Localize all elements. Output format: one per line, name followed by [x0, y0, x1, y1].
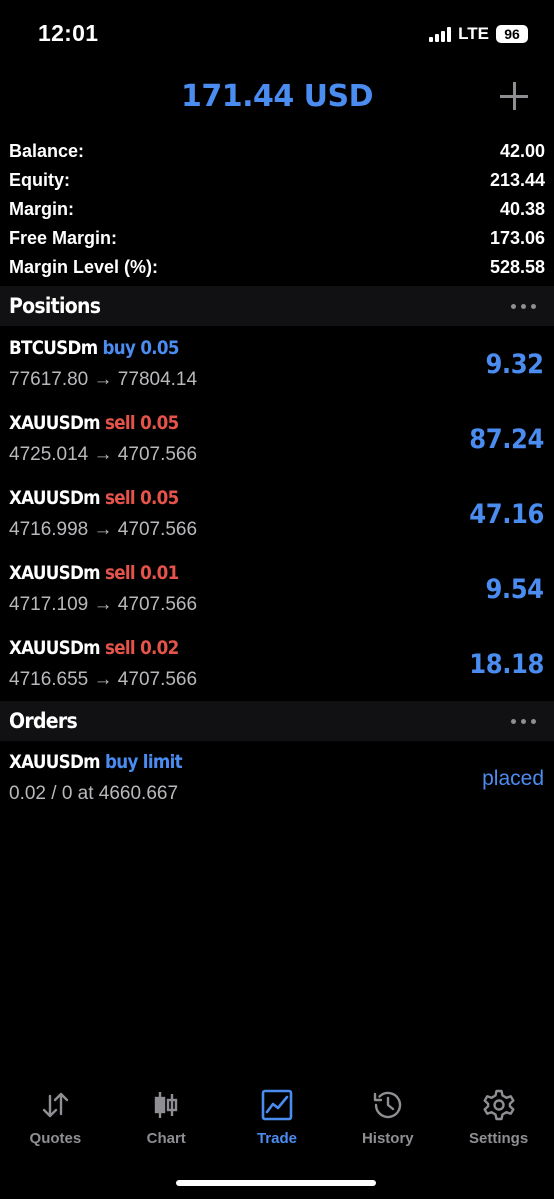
- summary-value: 40.38: [499, 199, 545, 219]
- header: 171.44 USD: [0, 74, 554, 122]
- tab-label: Quotes: [29, 1130, 82, 1147]
- summary-row-margin-level: Margin Level (%): 528.58: [0, 253, 554, 282]
- position-profit: 87.24: [469, 424, 544, 455]
- tab-settings[interactable]: Settings: [443, 1082, 554, 1199]
- orders-title: Orders: [9, 709, 78, 733]
- position-prices: 4725.014 → 4707.566: [9, 444, 198, 465]
- position-item[interactable]: XAUUSDm sell 0.02 4716.655 → 4707.566 18…: [0, 627, 554, 702]
- account-summary: Balance: 42.00 Equity: 213.44 Margin: 40…: [0, 137, 554, 282]
- positions-more-icon[interactable]: [511, 303, 536, 309]
- position-side: sell 0.05: [105, 412, 179, 434]
- summary-row-free-margin: Free Margin: 173.06: [0, 224, 554, 253]
- add-order-button[interactable]: [500, 82, 528, 110]
- summary-label: Margin Level (%):: [9, 257, 159, 277]
- position-title: XAUUSDm sell 0.05: [9, 487, 179, 509]
- summary-label: Free Margin:: [9, 228, 118, 248]
- candlestick-chart-icon: [154, 1092, 178, 1118]
- quotes-arrows-icon: [43, 1092, 69, 1118]
- position-side: sell 0.05: [105, 487, 179, 509]
- position-profit: 47.16: [469, 499, 544, 530]
- tab-label: History: [361, 1130, 414, 1147]
- summary-row-balance: Balance: 42.00: [0, 137, 554, 166]
- position-profit: 9.54: [485, 574, 545, 605]
- position-title: BTCUSDm buy 0.05: [9, 337, 179, 359]
- position-prices: 4716.998 → 4707.566: [9, 519, 198, 540]
- position-title: XAUUSDm sell 0.02: [9, 637, 179, 659]
- position-item[interactable]: XAUUSDm sell 0.05 4716.998 → 4707.566 47…: [0, 477, 554, 552]
- position-title: XAUUSDm sell 0.05: [9, 412, 179, 434]
- orders-section-header: Orders: [0, 701, 554, 741]
- summary-row-margin: Margin: 40.38: [0, 195, 554, 224]
- summary-value: 213.44: [489, 170, 545, 190]
- position-item[interactable]: BTCUSDm buy 0.05 77617.80 → 77804.14 9.3…: [0, 327, 554, 402]
- order-side: buy limit: [105, 751, 183, 773]
- position-side: sell 0.01: [105, 562, 179, 584]
- position-symbol: XAUUSDm: [9, 637, 101, 659]
- signal-strength-icon: [429, 26, 452, 42]
- position-side: sell 0.02: [105, 637, 179, 659]
- position-profit: 18.18: [469, 649, 544, 680]
- position-item[interactable]: XAUUSDm sell 0.01 4717.109 → 4707.566 9.…: [0, 552, 554, 627]
- history-clock-icon: [373, 1091, 401, 1119]
- order-title: XAUUSDm buy limit: [9, 751, 183, 773]
- order-item[interactable]: XAUUSDm buy limit 0.02 / 0 at 4660.667 p…: [0, 741, 554, 816]
- tab-label: Chart: [146, 1130, 186, 1147]
- tab-quotes[interactable]: Quotes: [0, 1082, 111, 1199]
- order-status: placed: [482, 767, 544, 790]
- position-prices: 4717.109 → 4707.566: [9, 594, 198, 615]
- summary-value: 173.06: [489, 228, 545, 248]
- network-label: LTE: [458, 24, 489, 43]
- position-title: XAUUSDm sell 0.01: [9, 562, 179, 584]
- trade-line-chart-icon: [261, 1089, 293, 1121]
- position-symbol: XAUUSDm: [9, 562, 101, 584]
- positions-title: Positions: [9, 294, 101, 318]
- battery-icon: 96: [496, 25, 528, 43]
- status-bar: 12:01 LTE 96: [0, 0, 554, 70]
- position-side: buy 0.05: [102, 337, 180, 359]
- summary-label: Equity:: [9, 170, 70, 190]
- positions-section-header: Positions: [0, 286, 554, 326]
- position-prices: 4716.655 → 4707.566: [9, 669, 198, 690]
- tab-label: Trade: [256, 1130, 297, 1147]
- position-profit: 9.32: [485, 349, 545, 380]
- summary-value: 42.00: [499, 141, 545, 161]
- tab-label: Settings: [468, 1130, 529, 1147]
- summary-row-equity: Equity: 213.44: [0, 166, 554, 195]
- position-symbol: XAUUSDm: [9, 412, 101, 434]
- position-item[interactable]: XAUUSDm sell 0.05 4725.014 → 4707.566 87…: [0, 402, 554, 477]
- summary-label: Balance:: [9, 141, 85, 161]
- home-indicator[interactable]: [176, 1180, 376, 1186]
- summary-value: 528.58: [489, 257, 545, 277]
- position-symbol: XAUUSDm: [9, 487, 101, 509]
- status-time: 12:01: [38, 20, 99, 46]
- orders-more-icon[interactable]: [511, 718, 536, 724]
- order-details: 0.02 / 0 at 4660.667: [9, 783, 179, 804]
- position-prices: 77617.80 → 77804.14: [9, 369, 198, 390]
- order-symbol: XAUUSDm: [9, 751, 101, 773]
- status-indicators: LTE 96: [429, 24, 528, 44]
- settings-gear-icon: [483, 1089, 515, 1121]
- summary-label: Margin:: [9, 199, 74, 219]
- account-balance-title: 171.44 USD: [180, 79, 374, 114]
- position-symbol: BTCUSDm: [9, 337, 98, 359]
